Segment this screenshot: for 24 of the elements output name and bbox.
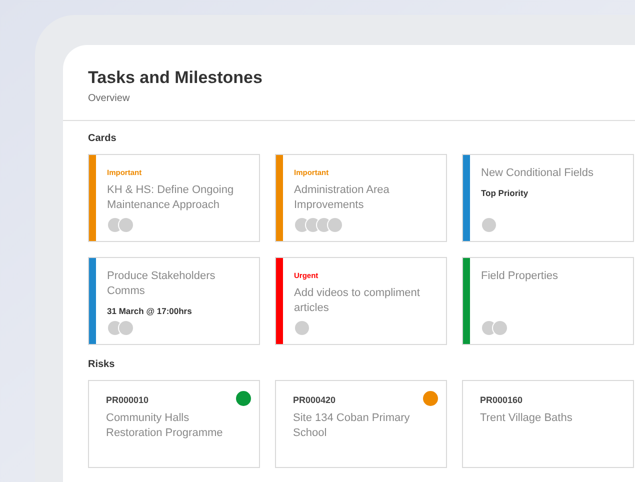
risk-title: Community Halls Restoration Programme	[106, 411, 224, 442]
card-title: Add videos to compliment articles	[294, 286, 421, 316]
card-title: New Conditional Fields	[481, 166, 594, 182]
card-title: Produce Stakeholders Comms	[107, 269, 216, 300]
risk-code: PR000010	[106, 396, 150, 406]
risk-card[interactable]: PR000010 Community Halls Restoration Programme	[88, 380, 260, 468]
card-title: Field Properties	[481, 269, 558, 284]
task-card[interactable]: Field Properties	[462, 257, 634, 346]
risk-code: PR000160	[480, 396, 524, 406]
risk-card[interactable]: PR000160 Trent Village Baths	[462, 380, 634, 468]
card-title: Administration Area Improvements	[294, 182, 390, 213]
section-heading: Risks	[88, 358, 116, 372]
card-note: Top Priority	[481, 187, 530, 200]
card-title: KH & HS: Define Ongoing Maintenance Approach	[107, 182, 235, 213]
section-heading: Cards	[88, 132, 118, 146]
page-subtitle: Overview	[88, 92, 131, 106]
card-note: 31 March @ 17:00hrs	[107, 305, 193, 318]
risk-card[interactable]: PR000420 Site 134 Coban Primary School	[275, 380, 447, 468]
risk-title: Trent Village Baths	[480, 411, 574, 426]
task-card[interactable]: New Conditional Fields Top Priority	[462, 154, 634, 242]
task-card[interactable]: Produce Stakeholders Comms 31 March @ 17:00hrs	[88, 257, 260, 346]
risk-code: PR000420	[293, 396, 337, 406]
page-title: Tasks and Milestones	[88, 67, 264, 88]
risk-title: Site 134 Coban Primary School	[293, 411, 411, 442]
